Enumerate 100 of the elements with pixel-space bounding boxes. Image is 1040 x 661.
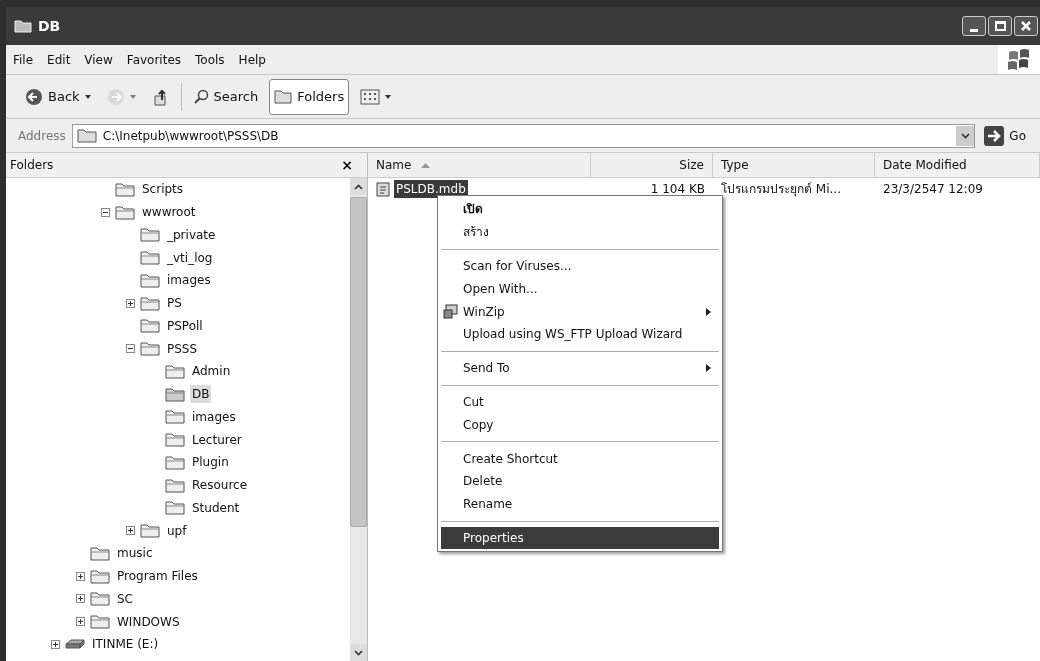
chevron-up-icon [354,183,363,190]
folder-icon [140,318,160,334]
tree-item[interactable]: Resource [190,476,250,495]
scrollbar[interactable] [350,178,367,661]
expand-icon[interactable] [126,526,135,536]
folder-icon [165,432,185,448]
tree-item[interactable]: upf [165,521,189,540]
folder-icon [165,363,185,379]
dropdown-button[interactable] [956,125,975,146]
submenu-arrow-icon [706,364,711,373]
tree-item[interactable]: ITINME (E:) [90,635,161,654]
scroll-up-button[interactable] [350,178,367,195]
folder-icon [115,181,135,197]
address-field[interactable]: C:\Inetpub\wwwroot\PSSS\DB [71,123,976,148]
chevron-down-icon [960,132,970,139]
table-cell-text: 1 104 KB [650,181,705,198]
expand-icon[interactable] [76,617,85,627]
folder-icon [140,227,160,243]
tree-item[interactable]: _private [165,225,218,244]
tree-item[interactable]: PS [165,294,184,313]
menu-item[interactable]: Tools [188,50,232,69]
menu-item[interactable]: Edit [40,50,78,69]
caret-icon [84,94,91,99]
database-file-icon [376,181,390,197]
folder-icon [140,523,160,539]
folder-icon [90,591,110,607]
collapse-icon[interactable] [126,344,135,354]
tree-item[interactable]: SC [115,589,135,608]
collapse-icon[interactable] [101,207,110,217]
menu-item[interactable]: Favorites [119,50,189,69]
expand-icon[interactable] [76,571,85,581]
tree-item[interactable]: wwwroot [140,203,198,222]
menu-item[interactable]: Scan for Viruses... [441,254,719,278]
menu-item[interactable]: Cut [441,390,719,414]
menu-item[interactable]: เปิด [441,198,719,221]
folder-icon [115,204,135,220]
tree-item[interactable]: _vti_log [165,248,215,267]
menu-item[interactable]: WinZip [441,300,719,323]
folder-icon [90,568,110,584]
tree-item[interactable]: Program Files [115,567,200,586]
archive-icon [443,304,459,320]
submenu-arrow-icon [706,307,711,316]
tree-item[interactable]: WINDOWS [115,612,182,631]
tree-item[interactable]: images [165,271,213,290]
expand-icon[interactable] [126,298,135,308]
tree-item[interactable]: Plugin [190,453,231,472]
menu-item[interactable]: Help [231,50,273,69]
menu-item[interactable]: Delete [441,469,719,493]
minimize-button[interactable] [962,16,986,36]
column-header[interactable]: Name [368,153,591,177]
window-title: DB [38,16,62,36]
menu-item[interactable]: Upload using WS_FTP Upload Wizard [441,323,719,346]
drive-icon [65,637,85,652]
menu-item[interactable]: Create Shortcut [441,447,719,470]
menu-item[interactable]: Copy [441,413,719,437]
chevron-down-icon [354,649,363,656]
views-icon [360,88,381,105]
tree-item[interactable]: Lecturer [190,430,244,449]
search-icon [192,88,209,105]
menu-item[interactable]: Send To [441,356,719,380]
tree-item[interactable]: Student [190,498,242,517]
tree-item[interactable]: music [115,544,155,563]
column-header[interactable]: Date Modified [875,153,1040,177]
caret-icon [129,94,136,99]
folder-icon [90,545,110,561]
tree-item[interactable]: PSSS [165,339,200,358]
menu-item[interactable]: Rename [441,492,719,516]
tree-item[interactable]: PSPoll [165,316,205,335]
expand-icon[interactable] [51,639,60,649]
folder-icon [90,614,110,630]
menu-item[interactable]: View [77,50,120,69]
expand-icon[interactable] [76,594,85,604]
scrollbar-thumb[interactable] [350,197,367,527]
column-header[interactable]: Size [591,153,713,177]
scroll-down-button[interactable] [350,644,367,661]
tree-item[interactable]: Admin [190,362,233,381]
back-button[interactable]: Back [20,78,96,115]
go-button[interactable]: Go [981,124,1028,147]
folder-icon [165,454,185,470]
folder-icon [165,477,185,493]
menu-item[interactable]: File [6,50,41,69]
table-cell-text: 23/3/2547 12:09 [883,181,983,198]
tree-item[interactable]: Scripts [140,180,186,199]
column-header[interactable]: Type [713,153,875,177]
close-button[interactable] [1014,16,1038,36]
close-button[interactable]: × [341,154,353,176]
folder-icon [140,295,160,311]
menu-item[interactable]: สร้าง [441,220,719,244]
folders-button[interactable]: Folders [269,78,350,115]
address-label: Address [18,127,66,145]
tree-item[interactable]: images [190,407,238,426]
menu-item[interactable]: Properties [441,526,719,550]
maximize-button[interactable] [988,16,1012,36]
tree-item[interactable]: DB [190,385,212,404]
file-name[interactable]: PSLDB.mdb [394,180,468,198]
windows-logo-icon [1007,48,1031,71]
menu-item[interactable]: Open With... [441,277,719,301]
search-button[interactable]: Search [187,78,264,115]
folder-icon [76,128,97,143]
folder-icon [140,341,160,357]
